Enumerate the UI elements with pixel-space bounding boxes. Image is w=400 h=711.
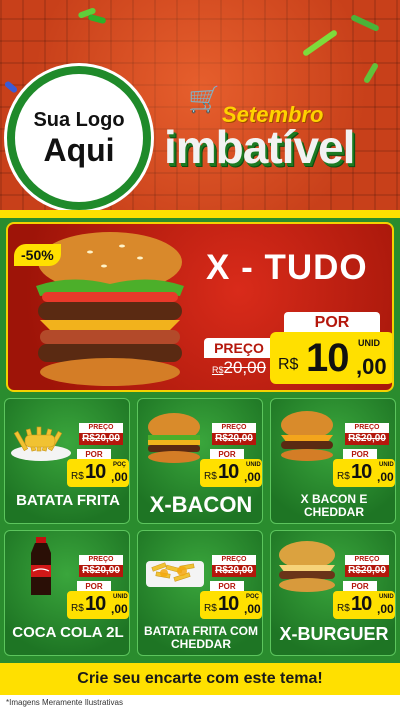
logo-text-line1: Sua Logo	[33, 109, 125, 131]
price-int: 10	[218, 461, 239, 483]
old-price: R$20,00	[345, 565, 389, 577]
preco-label: PREÇO	[79, 555, 123, 565]
streamer-decoration	[3, 80, 19, 94]
bacon-burger-image	[148, 413, 200, 463]
product-card-coca-cola[interactable]: PREÇO R$20,00 POR R$ 10 UNID ,00 COCA CO…	[4, 530, 130, 656]
soda-bottle-image	[31, 537, 51, 595]
hero-price-cents: ,00	[356, 354, 387, 379]
hero-preco-label: PREÇO	[204, 338, 274, 358]
price-int: 10	[351, 593, 372, 615]
streamer-decoration	[301, 29, 339, 57]
logo-text-line2: Aqui	[43, 132, 115, 168]
yellow-divider	[0, 210, 400, 218]
discount-badge: -50%	[14, 244, 61, 266]
old-price: R$20,00	[79, 565, 123, 577]
price-cents: ,00	[244, 602, 261, 616]
price-tag: R$ 10 POÇ ,00	[200, 591, 262, 619]
unit: UNID	[246, 462, 261, 468]
old-price: R$20,00	[212, 433, 256, 445]
product-name: BATATA FRITA	[16, 492, 120, 509]
hero-price-tag: R$ 10 UNID ,00	[270, 332, 392, 384]
header-banner: Sua Logo Aqui 🛒 Setembro imbatível	[0, 0, 400, 218]
logo-placeholder: Sua Logo Aqui	[7, 66, 151, 210]
disclaimer-text: *Imagens Meramente Ilustrativas	[0, 695, 400, 711]
preco-label: PREÇO	[212, 555, 256, 565]
product-name: X-BURGUER	[279, 624, 389, 644]
hero-promo[interactable]: -50% X - TUDO PREÇO R$20,00 POR R$ 10 UN…	[6, 222, 394, 392]
streamer-decoration	[350, 13, 380, 33]
unit: UNID	[113, 594, 128, 600]
old-price: R$20,00	[212, 565, 256, 577]
shopping-cart-icon: 🛒	[188, 84, 221, 114]
product-card-batata-frita[interactable]: PREÇO R$20,00 POR R$ 10 POÇ ,00 BATATA F…	[4, 398, 130, 524]
product-name: X-BACON	[149, 492, 253, 517]
old-price: R$20,00	[345, 433, 389, 445]
product-name: X BACON E CHEDDAR	[300, 492, 368, 520]
price-tag: R$ 10 UNID ,00	[200, 459, 262, 487]
product-card-x-bacon-cheddar[interactable]: PREÇO R$20,00 POR R$ 10 UNID ,00 X BACON…	[270, 398, 396, 524]
currency: R$	[71, 603, 84, 614]
streamer-decoration	[87, 13, 107, 25]
preco-label: PREÇO	[212, 423, 256, 433]
price-tag: R$ 10 UNID ,00	[333, 459, 395, 487]
currency: R$	[71, 471, 84, 482]
product-card-x-bacon[interactable]: PREÇO R$20,00 POR R$ 10 UNID ,00 X-BACON	[137, 398, 263, 524]
brand-bottom-text: imbatível	[164, 121, 355, 173]
price-cents: ,00	[244, 470, 261, 484]
price-int: 10	[85, 461, 106, 483]
currency: R$	[337, 603, 350, 614]
unit: POÇ	[246, 594, 260, 600]
product-name: BATATA FRITA COM CHEDDAR	[144, 624, 258, 652]
price-int: 10	[85, 593, 106, 615]
currency: R$	[204, 471, 217, 482]
cheddar-fries-image	[146, 561, 204, 587]
fries-image	[11, 426, 71, 461]
currency: R$	[204, 603, 217, 614]
price-int: 10	[351, 461, 372, 483]
product-name: COCA COLA 2L	[12, 624, 124, 641]
preco-label: PREÇO	[345, 423, 389, 433]
price-cents: ,00	[377, 602, 394, 616]
product-card-x-burguer[interactable]: PREÇO R$20,00 POR R$ 10 UNID ,00 X-BURGU…	[270, 530, 396, 656]
hero-title: X - TUDO	[206, 248, 368, 287]
price-tag: R$ 10 UNID ,00	[333, 591, 395, 619]
hero-por-label: POR	[284, 312, 380, 334]
preco-label: PREÇO	[345, 555, 389, 565]
hero-old-value: 20,00	[223, 358, 267, 377]
price-tag: R$ 10 POÇ ,00	[67, 459, 129, 487]
old-price: R$20,00	[79, 433, 123, 445]
unit: UNID	[379, 594, 394, 600]
product-card-batata-cheddar[interactable]: PREÇO R$20,00 POR R$ 10 POÇ ,00 BATATA F…	[137, 530, 263, 656]
price-int: 10	[218, 593, 239, 615]
currency: R$	[337, 471, 350, 482]
unit: UNID	[379, 462, 394, 468]
campaign-brand: 🛒 Setembro imbatível	[162, 78, 392, 188]
burger-image	[279, 541, 335, 592]
cheddar-burger-image	[281, 411, 333, 461]
price-tag: R$ 10 UNID ,00	[67, 591, 129, 619]
hero-price-int: 10	[306, 336, 349, 380]
hero-old-price: R$20,00	[204, 358, 274, 382]
price-cents: ,00	[111, 602, 128, 616]
hero-currency: R$	[278, 356, 299, 373]
preco-label: PREÇO	[79, 423, 123, 433]
hero-old-currency: R$	[211, 365, 224, 375]
hero-unit: UNID	[358, 338, 380, 348]
cta-banner[interactable]: Crie seu encarte com este tema!	[0, 663, 400, 695]
price-cents: ,00	[377, 470, 394, 484]
price-cents: ,00	[111, 470, 128, 484]
unit: POÇ	[113, 462, 127, 468]
